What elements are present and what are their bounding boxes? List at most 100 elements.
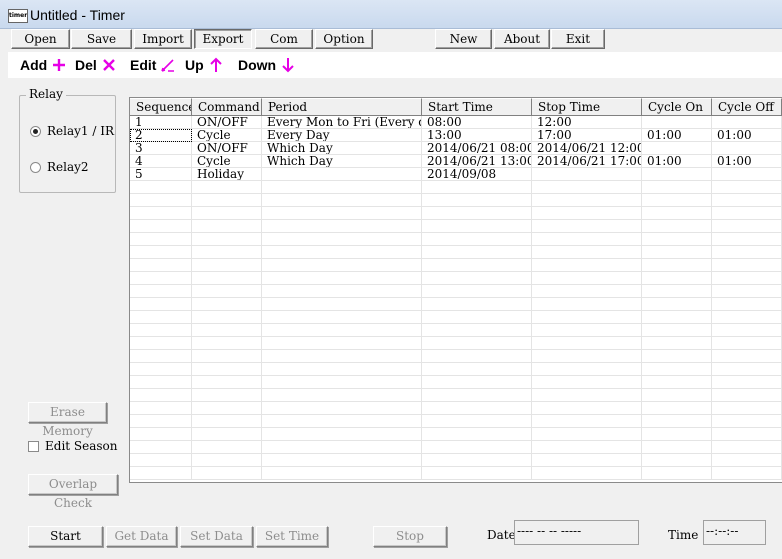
column-header[interactable]: Start Time [422, 98, 532, 116]
table-cell [192, 337, 262, 350]
table-cell: 3 [130, 142, 192, 155]
table-row[interactable]: 3 ON/OFF Which Day 2014/06/21 08:00 2014/06/… [130, 142, 782, 155]
table-row[interactable] [130, 415, 782, 428]
table-cell [130, 272, 192, 285]
table-row[interactable] [130, 259, 782, 272]
table-body: 1ON/OFFEvery Mon to Fri (Every day)08:00… [130, 116, 782, 480]
table-cell [712, 220, 782, 233]
table-cell [130, 389, 192, 402]
column-header[interactable]: Cycle On [642, 98, 712, 116]
down-tool[interactable]: Down [238, 56, 296, 74]
exit-button[interactable]: Exit [551, 29, 605, 49]
set-data-button[interactable]: Set Data [180, 526, 253, 547]
table-cell [130, 181, 192, 194]
table-row[interactable] [130, 311, 782, 324]
table-row[interactable]: 5 Holiday 2014/09/08 [130, 168, 782, 181]
table-row[interactable] [130, 376, 782, 389]
table-row[interactable] [130, 441, 782, 454]
table-row[interactable] [130, 389, 782, 402]
table-cell [422, 389, 532, 402]
del-label: Del [75, 57, 97, 73]
table-cell [532, 428, 642, 441]
add-tool[interactable]: Add [20, 56, 67, 74]
overlap-check-button[interactable]: Overlap Check [28, 474, 118, 510]
table-row[interactable] [130, 337, 782, 350]
table-row[interactable] [130, 220, 782, 233]
table-cell [642, 233, 712, 246]
column-header[interactable]: Command [192, 98, 262, 116]
timer-table[interactable]: Sequence Command Period Start Time Stop Time… [129, 97, 782, 483]
com-port-button[interactable]: Com Port [255, 29, 313, 65]
import-button[interactable]: Import [134, 29, 192, 49]
table-row[interactable] [130, 428, 782, 441]
table-cell [262, 272, 422, 285]
table-cell [130, 311, 192, 324]
erase-memory-button[interactable]: Erase Memory [28, 402, 107, 438]
table-row[interactable] [130, 285, 782, 298]
table-row[interactable] [130, 207, 782, 220]
table-cell [130, 259, 192, 272]
table-cell [532, 467, 642, 480]
table-row[interactable] [130, 324, 782, 337]
table-cell [712, 376, 782, 389]
table-cell: 2014/09/08 [422, 168, 532, 181]
stop-button[interactable]: Stop [373, 526, 447, 547]
table-cell [422, 194, 532, 207]
table-row[interactable]: 2 Cycle Every Day 13:00 17:00 01:00 01:00 [130, 129, 782, 142]
table-cell [192, 454, 262, 467]
table-row[interactable] [130, 181, 782, 194]
table-row[interactable] [130, 246, 782, 259]
table-cell: 2014/06/21 17:00 [532, 155, 642, 168]
table-row[interactable] [130, 272, 782, 285]
date-field: ---- -- -- ----- [514, 520, 639, 545]
open-button[interactable]: Open [11, 29, 70, 49]
table-row[interactable] [130, 194, 782, 207]
table-cell [130, 454, 192, 467]
table-cell [192, 233, 262, 246]
save-button[interactable]: Save [71, 29, 132, 49]
table-row[interactable] [130, 350, 782, 363]
up-tool[interactable]: Up [185, 56, 224, 74]
table-cell [642, 454, 712, 467]
column-header[interactable]: Stop Time [532, 98, 642, 116]
table-cell [130, 233, 192, 246]
relay2-radio[interactable]: Relay2 [30, 160, 89, 174]
export-button[interactable]: Export [194, 29, 252, 49]
table-cell [642, 194, 712, 207]
set-time-button[interactable]: Set Time [256, 526, 328, 547]
table-row[interactable] [130, 402, 782, 415]
table-cell [262, 246, 422, 259]
table-cell [192, 259, 262, 272]
edit-season-checkbox[interactable]: Edit Season [28, 439, 118, 453]
table-row[interactable] [130, 454, 782, 467]
table-cell [422, 454, 532, 467]
column-header[interactable]: Period [262, 98, 422, 116]
table-cell [192, 428, 262, 441]
new-button[interactable]: New [435, 29, 492, 49]
table-row[interactable]: 4 Cycle Which Day 2014/06/21 13:00 2014/06/2… [130, 155, 782, 168]
about-button[interactable]: About [494, 29, 550, 49]
table-cell: ON/OFF [192, 116, 262, 129]
column-header[interactable]: Cycle Off [712, 98, 782, 116]
table-cell [192, 363, 262, 376]
get-data-button[interactable]: Get Data [106, 526, 177, 547]
table-cell [532, 272, 642, 285]
table-cell [130, 363, 192, 376]
edit-tool[interactable]: Edit [130, 56, 176, 74]
table-cell [262, 259, 422, 272]
table-row[interactable] [130, 298, 782, 311]
start-button[interactable]: Start [28, 526, 103, 547]
relay1-radio[interactable]: Relay1 / IR [30, 124, 114, 138]
table-row[interactable] [130, 233, 782, 246]
table-cell [422, 376, 532, 389]
table-row[interactable]: 1ON/OFFEvery Mon to Fri (Every day)08:00… [130, 116, 782, 129]
column-header[interactable]: Sequence [130, 98, 192, 116]
del-tool[interactable]: Del [75, 56, 117, 74]
table-cell [130, 415, 192, 428]
option-button[interactable]: Option [315, 29, 373, 49]
table-cell: 13:00 [422, 129, 532, 142]
table-row[interactable] [130, 363, 782, 376]
toolbar: Add Del Edit Up Down [8, 52, 782, 78]
table-row[interactable] [130, 467, 782, 480]
table-cell [262, 376, 422, 389]
